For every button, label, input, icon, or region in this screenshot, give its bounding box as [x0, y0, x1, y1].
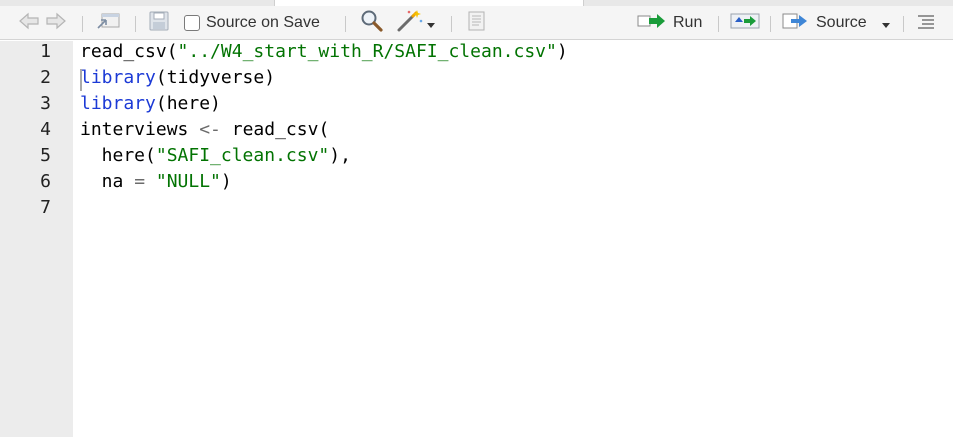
code-text: na	[80, 171, 135, 192]
run-button[interactable]: Run	[637, 6, 702, 40]
arrow-right-icon	[45, 12, 67, 34]
show-in-window-button[interactable]	[96, 6, 122, 40]
code-string: "../W4_start_with_R/SAFI_clean.csv"	[177, 41, 557, 62]
line-number: 2	[40, 67, 51, 88]
chevron-down-icon	[427, 14, 435, 33]
code-tools-button[interactable]	[396, 6, 435, 40]
toolbar-separator	[718, 16, 719, 32]
show-in-window-icon	[96, 11, 122, 35]
line-number-gutter: 1 2 3 4 5 6 7	[0, 41, 73, 437]
magic-wand-icon	[396, 9, 424, 37]
save-disk-icon	[148, 10, 170, 36]
code-string: "NULL"	[155, 171, 221, 192]
code-line: na = "NULL")	[80, 169, 232, 195]
save-button[interactable]	[148, 6, 170, 40]
back-button[interactable]	[18, 6, 40, 40]
text-cursor	[80, 69, 82, 91]
code-text: ),	[329, 145, 351, 166]
run-label: Run	[673, 14, 703, 31]
code-line: interviews <- read_csv(	[80, 117, 329, 143]
toolbar-separator	[345, 16, 346, 32]
code-text: (tidyverse)	[155, 67, 276, 88]
code-keyword: library	[80, 67, 156, 88]
code-text: read_csv(	[80, 41, 178, 62]
toolbar-separator	[903, 16, 904, 32]
editor-toolbar: Source on Save Run Source	[0, 6, 953, 40]
toolbar-separator	[451, 16, 452, 32]
code-line: library(tidyverse)	[80, 65, 275, 91]
code-text: )	[220, 171, 232, 192]
code-line: read_csv("../W4_start_with_R/SAFI_clean.…	[80, 39, 568, 65]
document-outline-button[interactable]	[916, 6, 936, 40]
chevron-down-icon	[882, 14, 890, 33]
find-replace-button[interactable]	[360, 6, 384, 40]
source-label: Source	[816, 14, 867, 31]
line-number: 1	[40, 41, 51, 62]
arrow-left-icon	[18, 12, 40, 34]
source-button[interactable]: Source	[782, 6, 867, 40]
line-number: 3	[40, 93, 51, 114]
toolbar-separator	[135, 16, 136, 32]
code-line: here("SAFI_clean.csv"),	[80, 143, 351, 169]
source-options-dropdown[interactable]	[882, 6, 890, 40]
line-number: 5	[40, 145, 51, 166]
source-on-save-label: Source on Save	[206, 14, 320, 31]
code-text: here(	[80, 145, 156, 166]
source-on-save-checkbox[interactable]	[184, 15, 200, 31]
notebook-icon	[466, 10, 486, 36]
code-text: )	[556, 41, 568, 62]
document-outline-icon	[916, 13, 936, 33]
line-number: 4	[40, 119, 51, 140]
rerun-button[interactable]	[730, 6, 760, 40]
code-operator: =	[134, 171, 146, 192]
source-arrow-icon	[782, 12, 810, 34]
code-line: library(here)	[80, 91, 221, 117]
source-on-save-toggle[interactable]: Source on Save	[184, 6, 320, 40]
code-text: read_csv(	[220, 119, 330, 140]
run-arrow-icon	[637, 13, 667, 33]
code-keyword: library	[80, 93, 156, 114]
rerun-icon	[730, 12, 760, 34]
code-operator: <-	[199, 119, 221, 140]
line-number: 7	[40, 197, 51, 218]
code-text: (here)	[155, 93, 221, 114]
compile-report-button[interactable]	[466, 6, 486, 40]
line-number: 6	[40, 171, 51, 192]
toolbar-separator	[770, 16, 771, 32]
code-text: interviews	[80, 119, 200, 140]
forward-button[interactable]	[45, 6, 67, 40]
toolbar-separator	[82, 16, 83, 32]
code-string: "SAFI_clean.csv"	[155, 145, 330, 166]
magnifier-icon	[360, 9, 384, 37]
